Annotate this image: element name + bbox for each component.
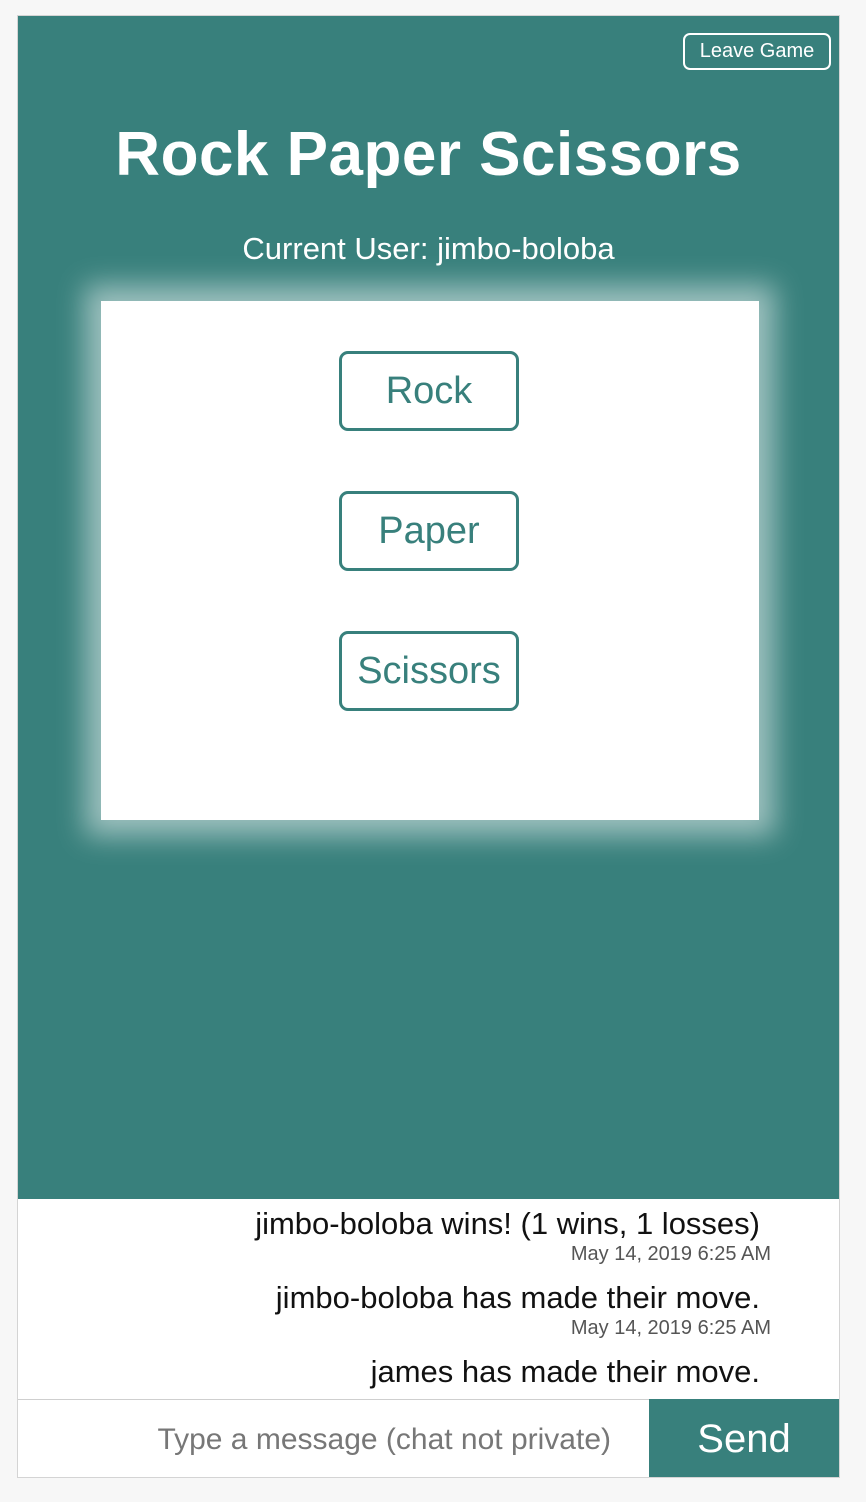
leave-game-button[interactable]: Leave Game xyxy=(683,33,831,70)
chat-message: jimbo-boloba wins! (1 wins, 1 losses) Ma… xyxy=(255,1206,771,1266)
current-user-label: Current User: jimbo-boloba xyxy=(242,231,615,266)
scissors-button[interactable]: Scissors xyxy=(339,631,519,711)
chat-message-input[interactable] xyxy=(18,1400,651,1477)
chat-message-timestamp: May 14, 2019 6:25 AM xyxy=(570,1317,771,1339)
chat-message-timestamp: May 14, 2019 6:25 AM xyxy=(570,1243,771,1265)
chat-log[interactable]: jimbo-boloba wins! (1 wins, 1 losses) Ma… xyxy=(18,1199,839,1399)
send-button[interactable]: Send xyxy=(649,1399,839,1477)
chat-message-text: jimbo-boloba has made their move. xyxy=(275,1280,760,1315)
page-title: Rock Paper Scissors xyxy=(115,120,742,189)
chat-message: james has made their move. xyxy=(371,1354,760,1390)
rock-button[interactable]: Rock xyxy=(339,351,519,431)
chat-message-text: jimbo-boloba wins! (1 wins, 1 losses) xyxy=(255,1206,760,1241)
move-card: Rock Paper Scissors xyxy=(101,301,759,820)
game-area: Leave Game Rock Paper Scissors Current U… xyxy=(18,16,839,1199)
chat-input-bar: Send xyxy=(18,1399,839,1477)
app-window: Leave Game Rock Paper Scissors Current U… xyxy=(17,15,840,1478)
chat-message: jimbo-boloba has made their move. May 14… xyxy=(275,1280,771,1340)
paper-button[interactable]: Paper xyxy=(339,491,519,571)
chat-message-text: james has made their move. xyxy=(370,1354,760,1389)
